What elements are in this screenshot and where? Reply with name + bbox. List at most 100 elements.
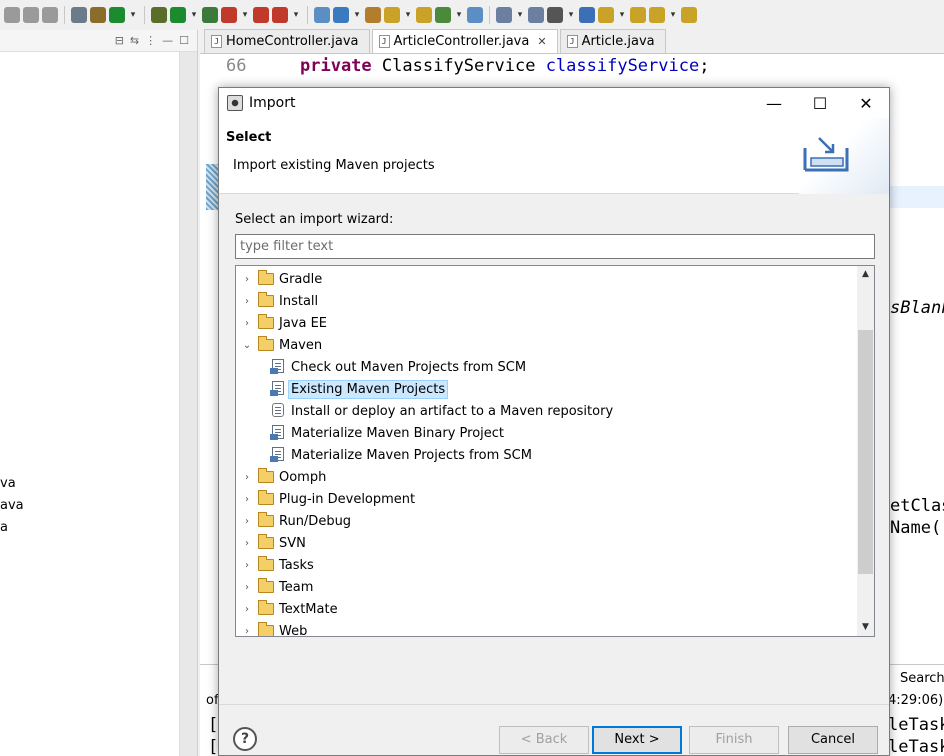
tree-wizard-item[interactable]: Materialize Maven Projects from SCM: [270, 444, 532, 466]
tree-item-label: Materialize Maven Binary Project: [291, 425, 505, 441]
chevron-right-icon[interactable]: ›: [240, 516, 254, 527]
toolbar-dropdown-icon[interactable]: ▾: [240, 10, 250, 20]
toolbar-tool-icon[interactable]: [547, 7, 563, 23]
toolbar-dropdown-icon[interactable]: ▾: [617, 10, 627, 20]
toolbar-tool-icon[interactable]: [221, 7, 237, 23]
tree-wizard-item[interactable]: Check out Maven Projects from SCM: [270, 356, 526, 378]
tree-scrollbar[interactable]: ▲ ▼: [857, 266, 874, 636]
toolbar-dropdown-icon[interactable]: ▾: [128, 10, 138, 20]
chevron-right-icon[interactable]: ›: [240, 274, 254, 285]
tab-home-controller[interactable]: J HomeController.java: [204, 29, 370, 53]
cancel-button[interactable]: Cancel: [788, 726, 878, 754]
tree-category[interactable]: › SVN: [240, 532, 306, 554]
package-explorer-scrollbar[interactable]: [179, 52, 197, 756]
maximize-button[interactable]: ☐: [797, 88, 843, 118]
toolbar-tool-icon[interactable]: [630, 7, 646, 23]
wizard-tree[interactable]: › Gradle › Install › Java EE ⌄ Maven Check out M…: [235, 265, 875, 637]
toolbar-tool-icon[interactable]: [467, 7, 483, 23]
toolbar-tool-icon[interactable]: [579, 7, 595, 23]
tree-category[interactable]: › TextMate: [240, 598, 338, 620]
toolbar-tool-icon[interactable]: [384, 7, 400, 23]
toolbar-tool-icon[interactable]: [71, 7, 87, 23]
tab-article-controller[interactable]: J ArticleController.java ✕: [371, 29, 558, 53]
link-editor-icon[interactable]: ⇆: [130, 34, 139, 47]
toolbar-tool-icon[interactable]: [90, 7, 106, 23]
close-button[interactable]: ✕: [843, 88, 889, 118]
help-icon[interactable]: ?: [233, 727, 257, 751]
tree-category[interactable]: › Java EE: [240, 312, 327, 334]
tree-category[interactable]: › Run/Debug: [240, 510, 351, 532]
scroll-thumb[interactable]: [858, 330, 873, 574]
chevron-right-icon[interactable]: ›: [240, 582, 254, 593]
tree-category[interactable]: › Install: [240, 290, 318, 312]
toolbar-tool-icon[interactable]: [333, 7, 349, 23]
filter-input[interactable]: [235, 234, 875, 259]
console-tab-fragment[interactable]: of: [206, 693, 219, 708]
minimize-view-icon[interactable]: —: [162, 34, 173, 47]
tab-article[interactable]: J Article.java: [559, 29, 666, 53]
tree-category[interactable]: › Oomph: [240, 466, 326, 488]
toolbar-tool-icon[interactable]: [365, 7, 381, 23]
toolbar-tool-icon[interactable]: [4, 7, 20, 23]
tree-category[interactable]: › Gradle: [240, 268, 322, 290]
toolbar-dropdown-icon[interactable]: ▾: [668, 10, 678, 20]
toolbar-tool-icon[interactable]: [416, 7, 432, 23]
toolbar-dropdown-icon[interactable]: ▾: [352, 10, 362, 20]
toolbar-tool-icon[interactable]: [314, 7, 330, 23]
collapse-all-icon[interactable]: ⊟: [115, 34, 124, 47]
chevron-right-icon[interactable]: ›: [240, 296, 254, 307]
tree-category[interactable]: › Web: [240, 620, 307, 637]
toolbar-tool-icon[interactable]: [151, 7, 167, 23]
chevron-right-icon[interactable]: ›: [240, 318, 254, 329]
toolbar-tool-icon[interactable]: [435, 7, 451, 23]
chevron-right-icon[interactable]: ›: [240, 472, 254, 483]
tree-category[interactable]: › Team: [240, 576, 313, 598]
tree-wizard-item[interactable]: Materialize Maven Binary Project: [270, 422, 504, 444]
maximize-view-icon[interactable]: ☐: [179, 34, 189, 47]
tree-wizard-item[interactable]: Existing Maven Projects: [270, 378, 449, 400]
search-tab[interactable]: Search: [900, 671, 944, 686]
chevron-down-icon[interactable]: ⌄: [240, 340, 254, 351]
maven-project-icon: [270, 447, 286, 463]
toolbar-tool-icon[interactable]: [496, 7, 512, 23]
scroll-up-icon[interactable]: ▲: [857, 266, 874, 283]
view-menu-icon[interactable]: ⋮: [145, 34, 156, 47]
close-icon[interactable]: ✕: [537, 35, 546, 48]
toolbar-tool-icon[interactable]: [202, 7, 218, 23]
toolbar-dropdown-icon[interactable]: ▾: [515, 10, 525, 20]
chevron-right-icon[interactable]: ›: [240, 604, 254, 615]
toolbar-dropdown-icon[interactable]: ▾: [566, 10, 576, 20]
toolbar-tool-icon[interactable]: [253, 7, 269, 23]
toolbar-dropdown-icon[interactable]: ▾: [189, 10, 199, 20]
chevron-right-icon[interactable]: ›: [240, 538, 254, 549]
chevron-right-icon[interactable]: ›: [240, 626, 254, 637]
back-button[interactable]: < Back: [499, 726, 589, 754]
toolbar-tool-icon[interactable]: [681, 7, 697, 23]
console-timestamp: 4:29:06): [888, 693, 944, 708]
tree-category[interactable]: ⌄ Maven: [240, 334, 322, 356]
toolbar-dropdown-icon[interactable]: ▾: [403, 10, 413, 20]
toolbar-tool-icon[interactable]: [649, 7, 665, 23]
change-marker: [206, 164, 218, 210]
toolbar-tool-icon[interactable]: [528, 7, 544, 23]
toolbar-dropdown-icon[interactable]: ▾: [454, 10, 464, 20]
file-name-fragment[interactable]: ava: [0, 498, 24, 513]
scroll-down-icon[interactable]: ▼: [857, 619, 874, 636]
toolbar-dropdown-icon[interactable]: ▾: [291, 10, 301, 20]
tree-category[interactable]: › Tasks: [240, 554, 314, 576]
toolbar-tool-icon[interactable]: [598, 7, 614, 23]
toolbar-tool-icon[interactable]: [272, 7, 288, 23]
file-name-fragment[interactable]: va: [0, 476, 16, 491]
next-button[interactable]: Next >: [592, 726, 682, 754]
chevron-right-icon[interactable]: ›: [240, 494, 254, 505]
tree-category[interactable]: › Plug-in Development: [240, 488, 415, 510]
toolbar-tool-icon[interactable]: [23, 7, 39, 23]
finish-button[interactable]: Finish: [689, 726, 779, 754]
toolbar-tool-icon[interactable]: [170, 7, 186, 23]
tree-wizard-item[interactable]: Install or deploy an artifact to a Maven…: [270, 400, 613, 422]
minimize-button[interactable]: —: [751, 88, 797, 118]
toolbar-tool-icon[interactable]: [109, 7, 125, 23]
toolbar-tool-icon[interactable]: [42, 7, 58, 23]
file-name-fragment[interactable]: a: [0, 520, 8, 535]
chevron-right-icon[interactable]: ›: [240, 560, 254, 571]
